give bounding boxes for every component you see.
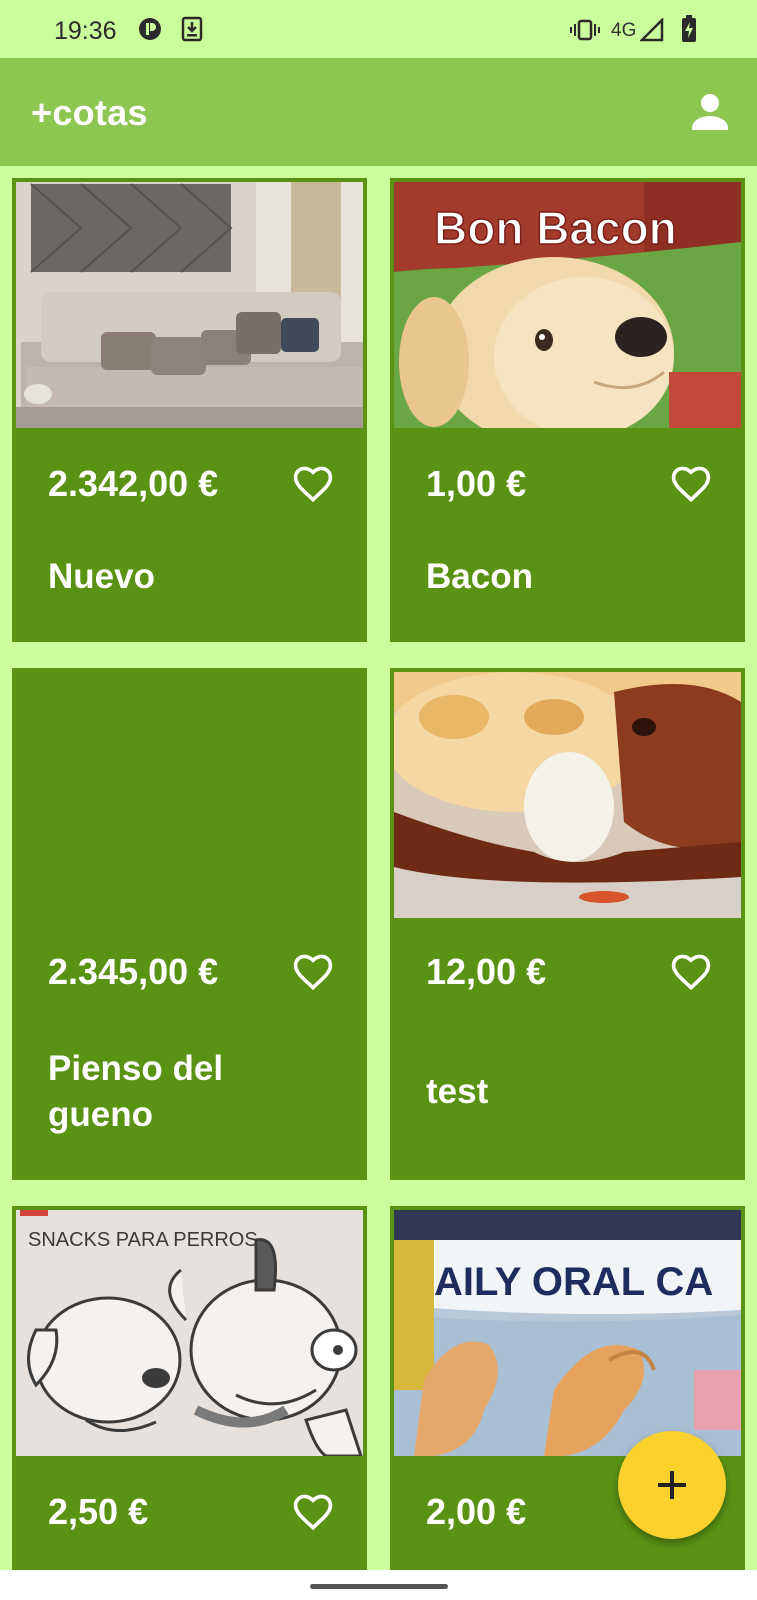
product-card[interactable]: SNACKS PARA PERROS 2,50 €: [12, 1206, 367, 1570]
product-image: [16, 182, 363, 428]
product-image: SNACKS PARA PERROS: [16, 1210, 363, 1456]
product-price: 1,00 €: [426, 463, 527, 504]
person-icon: [692, 94, 728, 130]
app-title: +cotas: [31, 92, 148, 133]
battery-charging-icon: [682, 15, 696, 42]
favorite-heart-icon[interactable]: [291, 462, 335, 506]
product-name: test: [426, 1072, 489, 1111]
product-card[interactable]: 2.342,00 € Nuevo: [12, 178, 367, 642]
product-price: 2,00 €: [426, 1491, 527, 1532]
plus-icon: [658, 1471, 686, 1499]
navigation-bar: [0, 1570, 757, 1600]
signal-icon: [640, 18, 664, 42]
product-price: 2.342,00 €: [48, 463, 219, 504]
app-bar: +cotas: [0, 58, 757, 166]
add-product-button[interactable]: [618, 1431, 726, 1539]
product-grid[interactable]: 2.342,00 € Nuevo Bon Bacon 1,00 € Bacon …: [0, 166, 757, 1570]
profile-button[interactable]: [686, 88, 734, 136]
product-name: Nuevo: [48, 557, 155, 596]
favorite-heart-icon[interactable]: [291, 950, 335, 994]
app-notification-icon: [139, 18, 161, 40]
product-image: AILY ORAL CA: [394, 1210, 741, 1456]
product-card[interactable]: 12,00 € test: [390, 668, 745, 1180]
product-name: Bacon: [426, 557, 533, 596]
oral-care-label-text: AILY ORAL CA: [434, 1260, 713, 1304]
download-icon: [181, 16, 203, 42]
product-card[interactable]: 2.345,00 € Pienso del gueno: [12, 668, 367, 1180]
status-time: 19:36: [54, 17, 117, 45]
product-image: Bon Bacon: [394, 182, 741, 428]
product-image: [394, 672, 741, 918]
favorite-heart-icon[interactable]: [669, 462, 713, 506]
home-gesture-handle[interactable]: [310, 1584, 448, 1589]
product-price: 2,50 €: [48, 1491, 149, 1532]
snacks-caption-text: SNACKS PARA PERROS: [28, 1229, 258, 1251]
product-price: 12,00 €: [426, 951, 547, 992]
bacon-brand-text: Bon Bacon: [434, 202, 677, 254]
favorite-heart-icon[interactable]: [291, 1490, 335, 1534]
vibrate-icon: [570, 19, 600, 41]
status-bar: 19:36 4G: [0, 0, 757, 58]
product-name: Pienso del gueno: [48, 1049, 224, 1134]
product-price: 2.345,00 €: [48, 951, 219, 992]
network-type: 4G: [611, 20, 637, 41]
product-card[interactable]: Bon Bacon 1,00 € Bacon: [390, 178, 745, 642]
favorite-heart-icon[interactable]: [669, 950, 713, 994]
